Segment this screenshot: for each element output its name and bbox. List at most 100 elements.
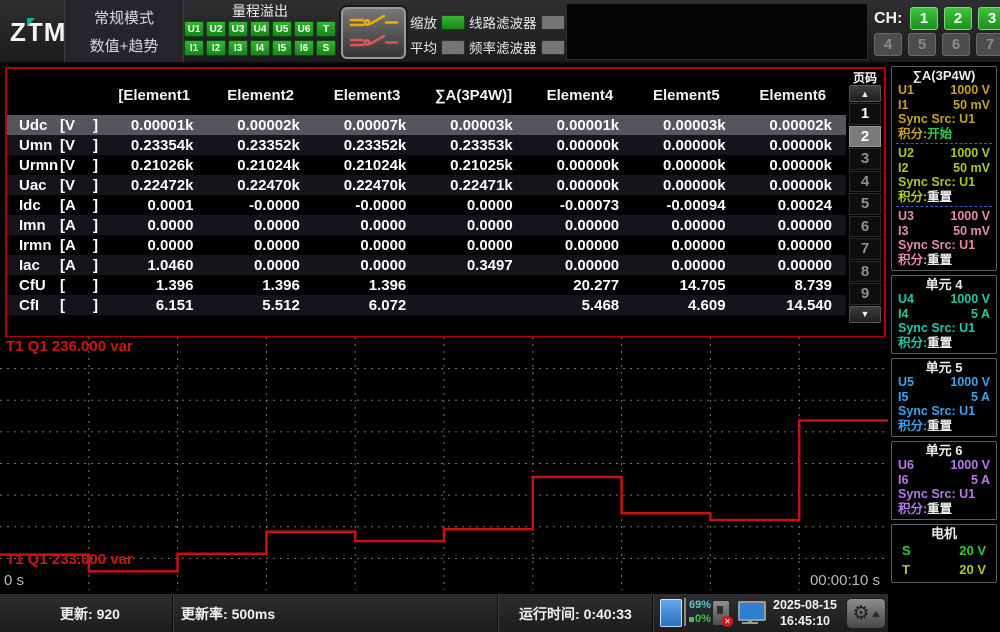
integration-state: 重置 bbox=[927, 190, 952, 204]
display-mode-selector[interactable]: 常规模式 数值+趋势 bbox=[64, 0, 184, 62]
overflow-indicator-u1: U1 bbox=[184, 21, 204, 37]
page-number-4[interactable]: 4 bbox=[849, 171, 881, 193]
cell-value: 0.00000k bbox=[740, 137, 846, 154]
channel-button-3[interactable]: 3 bbox=[978, 7, 1000, 30]
unit-open: [V bbox=[60, 157, 75, 174]
overflow-row-current: I1I2I3I4I5I6S bbox=[184, 40, 336, 56]
page-number-6[interactable]: 6 bbox=[849, 216, 881, 238]
voltage-name: U6 bbox=[898, 458, 914, 473]
table-row-cfi[interactable]: CfI[]6.1515.5126.0725.4684.60914.540 bbox=[7, 295, 846, 315]
table-row-uac[interactable]: Uac[V]0.22472k0.22470k0.22470k0.22471k0.… bbox=[7, 175, 846, 195]
wiring-settings-button[interactable] bbox=[341, 7, 406, 59]
page-number-9[interactable]: 9 bbox=[849, 283, 881, 305]
unit-close: ] bbox=[93, 257, 98, 274]
unit-title: 单元 4 bbox=[896, 277, 992, 292]
cell-value: 0.21024k bbox=[314, 157, 420, 174]
voltage-name: U2 bbox=[898, 146, 914, 161]
measurement-table: [Element1Element2Element3∑A(3P4W)]Elemen… bbox=[5, 67, 886, 338]
page-selector-column: 页码 ▲ 123456789 ▼ bbox=[847, 69, 883, 336]
voltage-value: 1000 V bbox=[950, 146, 990, 161]
unit-panel-u4[interactable]: 单元 4U41000 VI45 ASync Src: U1积分:重置 bbox=[891, 275, 997, 354]
update-rate-value: 500ms bbox=[232, 606, 276, 622]
wiring-channel-u2: U21000 VI250 mVSync Src: U1积分:重置 bbox=[896, 146, 992, 204]
cell-value: 0.00000 bbox=[740, 217, 846, 234]
datetime-display: 2025-08-15 16:45:10 bbox=[766, 597, 844, 629]
table-row-imn[interactable]: Imn[A]0.00000.00000.00000.00000.000000.0… bbox=[7, 215, 846, 235]
cell-value: 0.00000k bbox=[633, 157, 739, 174]
unit-panel-u6[interactable]: 单元 6U61000 VI65 ASync Src: U1积分:重置 bbox=[891, 441, 997, 520]
table-row-irmn[interactable]: Irmn[A]0.00000.00000.00000.00000.000000.… bbox=[7, 235, 846, 255]
cell-value: 0.0000 bbox=[207, 237, 313, 254]
trend-plot-svg bbox=[0, 337, 888, 590]
wiring-group-panel[interactable]: ∑A(3P4W) U11000 VI150 mVSync Src: U1积分:开… bbox=[891, 66, 997, 271]
motor-input-value: 20 V bbox=[959, 541, 986, 560]
page-number-5[interactable]: 5 bbox=[849, 193, 881, 215]
line-filter-indicator[interactable] bbox=[541, 15, 565, 30]
page-up-button[interactable]: ▲ bbox=[849, 85, 881, 102]
page-number-1[interactable]: 1 bbox=[849, 103, 881, 125]
table-row-cfu[interactable]: CfU[]1.3961.3961.39620.27714.7058.739 bbox=[7, 275, 846, 295]
unit-open: [A bbox=[60, 237, 76, 254]
current-name: I2 bbox=[898, 161, 908, 176]
row-name: Udc bbox=[7, 117, 57, 134]
channel-separator bbox=[896, 206, 992, 207]
channel-button-2[interactable]: 2 bbox=[944, 7, 972, 30]
row-unit: [V] bbox=[57, 137, 101, 154]
motor-panel[interactable]: 电机 S20 VT20 V bbox=[891, 524, 997, 583]
cell-value: 0.21025k bbox=[420, 157, 526, 174]
channel-button-6[interactable]: 6 bbox=[942, 33, 970, 56]
settings-button[interactable]: ⚙ bbox=[846, 598, 886, 629]
current-name: I1 bbox=[898, 98, 908, 113]
table-row-idc[interactable]: Idc[A]0.0001-0.0000-0.00000.0000-0.00073… bbox=[7, 195, 846, 215]
unit-panel-u5[interactable]: 单元 5U51000 VI55 ASync Src: U1积分:重置 bbox=[891, 358, 997, 437]
table-row-iac[interactable]: Iac[A]1.04600.00000.00000.34970.000000.0… bbox=[7, 255, 846, 275]
integration-row: 积分:重置 bbox=[896, 336, 992, 351]
page-number-8[interactable]: 8 bbox=[849, 261, 881, 283]
freq-filter-indicator[interactable] bbox=[541, 40, 565, 55]
cell-value: 0.0000 bbox=[314, 257, 420, 274]
page-down-button[interactable]: ▼ bbox=[849, 306, 881, 323]
storage-pct-top: 69% bbox=[689, 598, 711, 612]
trace-scale-max-label: T1 Q1 236.000 var bbox=[6, 338, 133, 355]
channel-button-4[interactable]: 4 bbox=[874, 33, 902, 56]
column-header-4: ∑A(3P4W)] bbox=[420, 87, 526, 104]
toggle-row-1: 缩放 线路滤波器 bbox=[410, 12, 565, 32]
voltage-value: 1000 V bbox=[950, 292, 990, 307]
overflow-indicator-u2: U2 bbox=[206, 21, 226, 37]
current-name: I4 bbox=[898, 307, 908, 322]
table-row-umn[interactable]: Umn[V]0.23354k0.23352k0.23352k0.23353k0.… bbox=[7, 135, 846, 155]
table-row-urmn[interactable]: Urmn[V]0.21026k0.21024k0.21024k0.21025k0… bbox=[7, 155, 846, 175]
cell-value: 0.00001k bbox=[527, 117, 633, 134]
voltage-range-row: U61000 V bbox=[896, 458, 992, 473]
unit-close: ] bbox=[93, 277, 98, 294]
storage-card-icon[interactable] bbox=[660, 599, 682, 627]
average-indicator[interactable] bbox=[441, 40, 465, 55]
update-rate-label: 更新率: bbox=[181, 606, 228, 622]
page-number-3[interactable]: 3 bbox=[849, 148, 881, 170]
channel-button-1[interactable]: 1 bbox=[910, 7, 938, 30]
channel-button-5[interactable]: 5 bbox=[908, 33, 936, 56]
unit-close: ] bbox=[93, 217, 98, 234]
motor-input-name: S bbox=[902, 541, 911, 560]
page-number-2[interactable]: 2 bbox=[849, 126, 881, 148]
cell-value: 0.00002k bbox=[740, 117, 846, 134]
table-header-row: [Element1Element2Element3∑A(3P4W)]Elemen… bbox=[7, 69, 846, 117]
update-count-value: 920 bbox=[97, 606, 120, 622]
cell-value: 0.0001 bbox=[101, 197, 207, 214]
voltage-value: 1000 V bbox=[950, 209, 990, 224]
zoom-indicator[interactable] bbox=[441, 15, 465, 30]
storage-pct-bottom: 0% bbox=[689, 612, 711, 626]
unit-close: ] bbox=[93, 237, 98, 254]
table-row-udc[interactable]: Udc[V]0.00001k0.00002k0.00007k0.00003k0.… bbox=[7, 115, 846, 135]
cell-value: 0.00000 bbox=[633, 257, 739, 274]
range-overflow-panel: 量程溢出 U1U2U3U4U5U6T I1I2I3I4I5I6S bbox=[184, 1, 336, 61]
row-name: Imn bbox=[7, 217, 57, 234]
cell-value: -0.0000 bbox=[207, 197, 313, 214]
channel-button-7[interactable]: 7 bbox=[976, 33, 1000, 56]
row-unit: [V] bbox=[57, 157, 101, 174]
remote-display-icon[interactable] bbox=[738, 601, 766, 621]
unit-open: [A bbox=[60, 197, 76, 214]
page-number-7[interactable]: 7 bbox=[849, 238, 881, 260]
motor-row-t: T20 V bbox=[896, 560, 992, 579]
usb-device-icon[interactable]: ✕ bbox=[712, 600, 730, 626]
